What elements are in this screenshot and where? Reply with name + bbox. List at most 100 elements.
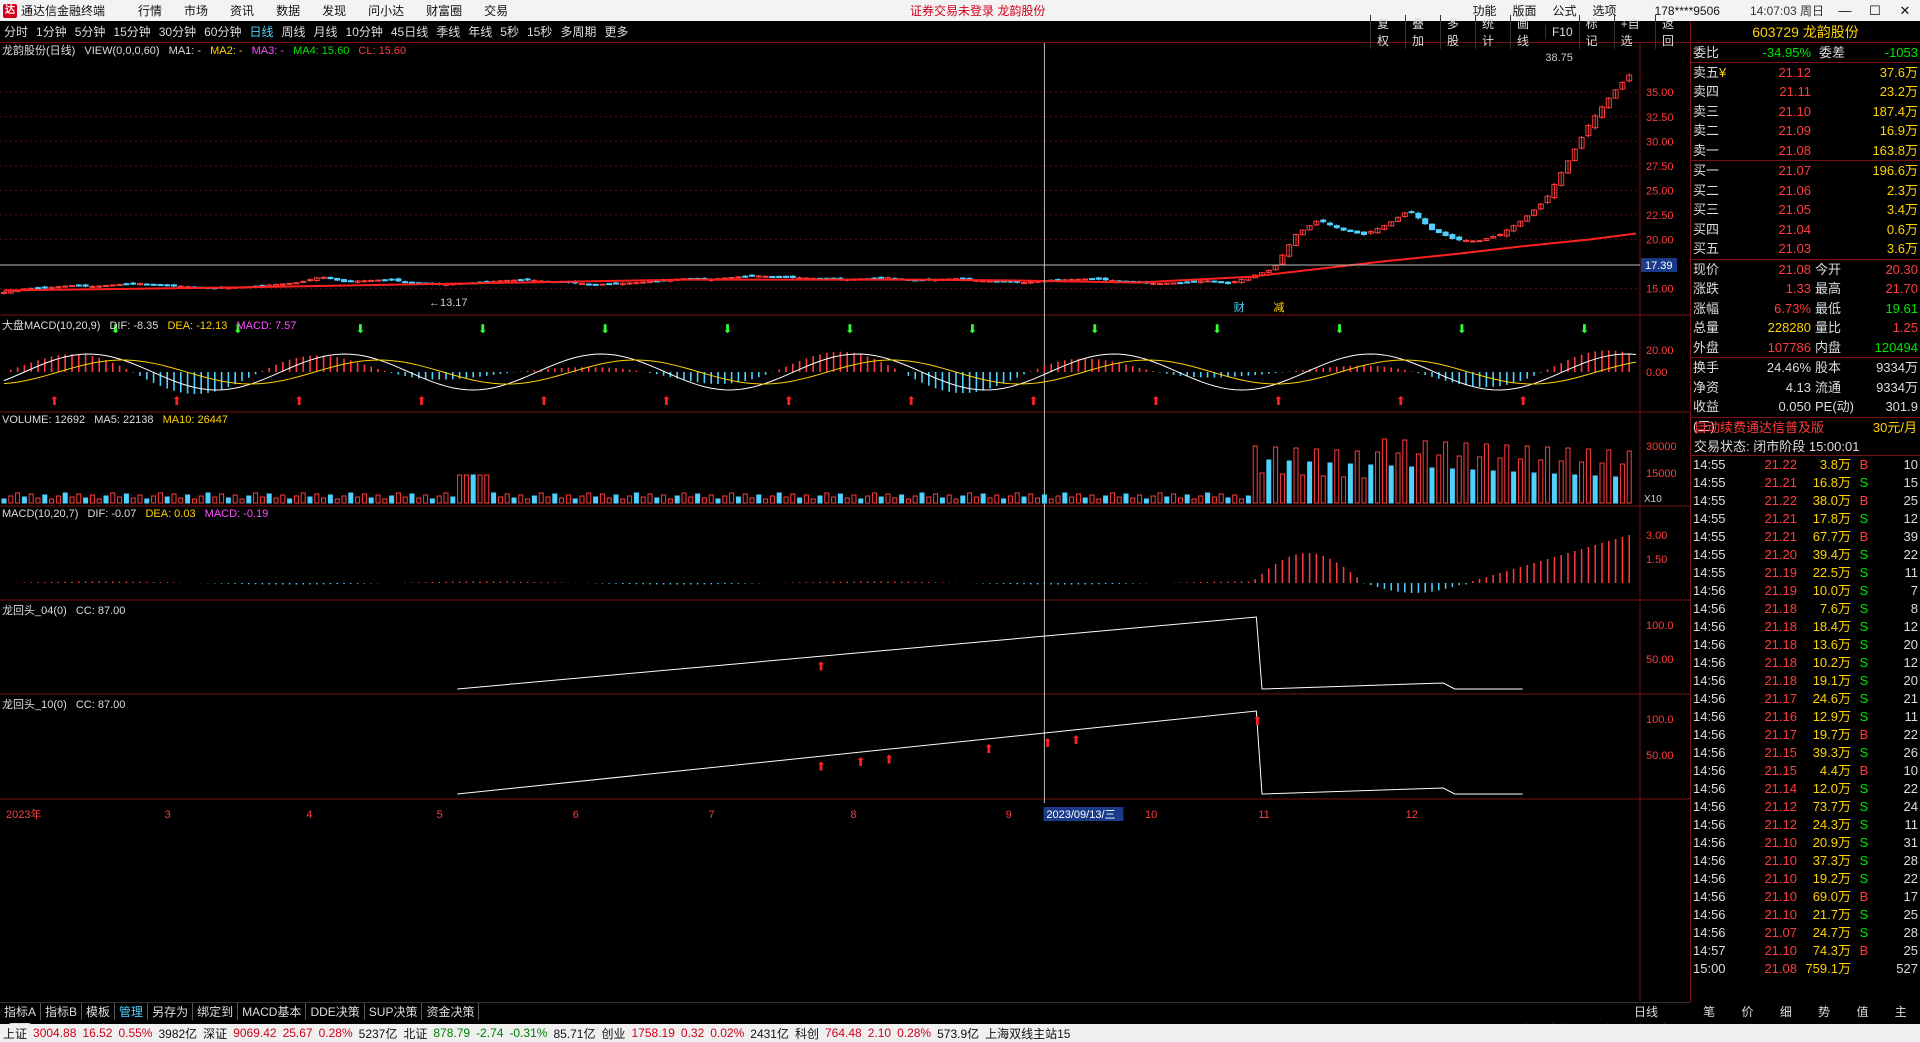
stat-label-2: 今开 (1815, 261, 1842, 277)
candle-body (293, 282, 300, 285)
menu-jiaoyi[interactable]: 交易 (473, 2, 519, 19)
bid-row[interactable]: 买三 21.05 3.4万 (1691, 200, 1920, 220)
period-tab[interactable]: 季线 (432, 23, 464, 40)
candle-body (1429, 223, 1435, 231)
bid-volume: 2.3万 (1886, 182, 1918, 198)
quote-tab[interactable]: 细 (1780, 1003, 1792, 1020)
indicator-tab[interactable]: 管理 (115, 1003, 149, 1020)
volume-bar (715, 498, 721, 504)
tick-count: 527 (1896, 960, 1918, 976)
buy-arrow-icon: ⬆ (884, 752, 894, 766)
tick-volume: 7.6万 (1819, 600, 1851, 616)
period-tab[interactable]: 10分钟 (342, 23, 387, 40)
tick-time: 14:56 (1693, 744, 1726, 760)
period-tab[interactable]: 月线 (310, 23, 342, 40)
auto-fee-row[interactable]: 自动续费通达信普及版 30元/月 (1691, 418, 1920, 437)
status-item: 9069.42 (233, 1026, 277, 1040)
period-tab[interactable]: 多周期 (556, 23, 600, 40)
ask-label: 卖二 (1693, 121, 1735, 141)
volume-bar (1395, 452, 1401, 504)
indicator-tab[interactable]: 模板 (82, 1003, 116, 1020)
buy-arrow-icon: ⬆ (172, 394, 182, 408)
ask-row[interactable]: 卖四 21.11 23.2万 (1691, 82, 1920, 102)
quote-tab[interactable]: 笔 (1703, 1003, 1715, 1020)
buy-arrow-icon: ⬆ (417, 394, 427, 408)
indicator-tab[interactable]: SUP决策 (365, 1003, 423, 1020)
period-tab[interactable]: 更多 (600, 23, 632, 40)
trade-status-text[interactable]: 证券交易未登录 龙韵股份 (910, 2, 1045, 19)
ask-row[interactable]: 卖一 21.08 163.8万 (1691, 141, 1920, 161)
period-tab[interactable]: 5分钟 (71, 23, 110, 40)
tick-list[interactable]: 14:55 21.22 3.8万 B 10 14:55 21.21 16.8万 S 15 14:55… (1691, 456, 1920, 978)
menu-wenxiaoda[interactable]: 问小达 (357, 2, 415, 19)
period-tab[interactable]: 30分钟 (155, 23, 200, 40)
menu-shichang[interactable]: 市场 (173, 2, 219, 19)
event-mark-cai[interactable]: 财 (1234, 300, 1245, 314)
quote-tab[interactable]: 价 (1741, 1003, 1753, 1020)
stat-label: 涨幅 (1693, 300, 1720, 316)
indicator-tab[interactable]: DDE决策 (306, 1003, 365, 1020)
indicator-tab[interactable]: 资金决策 (422, 1003, 480, 1020)
minimize-icon[interactable]: — (1830, 3, 1860, 18)
indicator-tab[interactable]: 指标A (0, 1003, 42, 1020)
bid-row[interactable]: 买一 21.07 196.6万 (1691, 161, 1920, 181)
volume-bar (606, 497, 612, 504)
period-tab[interactable]: 年线 (464, 23, 496, 40)
menu-hangqing[interactable]: 行情 (127, 2, 173, 19)
menu-zixun[interactable]: 资讯 (219, 2, 265, 19)
indicator-tab[interactable]: 另存为 (148, 1003, 194, 1020)
period-tab[interactable]: 5秒 (496, 23, 523, 40)
chart-area[interactable]: 35.00 32.50 30.00 27.50 25.00 22.50 20.00 15.00… (0, 43, 1690, 1001)
ma3-label: MA3: - (251, 45, 284, 57)
indicator-tab[interactable]: 绑定到 (193, 1003, 239, 1020)
menu-faxian[interactable]: 发现 (311, 2, 357, 19)
indicator-tab[interactable]: MACD基本 (238, 1003, 307, 1020)
ask-row[interactable]: 卖五¥ 21.12 37.6万 (1691, 63, 1920, 83)
status-item[interactable]: 上海双线主站15 (982, 1025, 1073, 1042)
period-tab[interactable]: 1分钟 (32, 23, 71, 40)
candle-body (109, 284, 116, 287)
menu-caifuquan[interactable]: 财富圈 (415, 2, 473, 19)
indicator-tab[interactable]: 指标B (41, 1003, 83, 1020)
period-tab[interactable]: 日线 (245, 23, 277, 40)
period-tab[interactable]: 15秒 (523, 23, 556, 40)
kline-chart[interactable]: 35.0032.5030.0027.5025.0022.5020.0015.00… (0, 43, 1690, 1001)
period-tab[interactable]: 45日线 (387, 23, 432, 40)
volume-bar (1381, 438, 1387, 504)
bid-row[interactable]: 买五 21.03 3.6万 (1691, 239, 1920, 259)
period-tab[interactable]: 15分钟 (109, 23, 154, 40)
event-mark-jian[interactable]: 减 (1273, 301, 1284, 314)
tick-price: 21.19 (1764, 564, 1797, 580)
tick-volume: 39.4万 (1812, 546, 1851, 562)
period-indicator[interactable]: 日线 (1630, 1003, 1662, 1020)
ask-row[interactable]: 卖三 21.10 187.4万 (1691, 102, 1920, 122)
stat-value: 6.73% (1774, 300, 1811, 316)
quote-tab[interactable]: 值 (1856, 1003, 1868, 1020)
period-tab[interactable]: 周线 (277, 23, 309, 40)
bid-row[interactable]: 买四 21.04 0.6万 (1691, 220, 1920, 240)
stat-value-2: 120494 (1874, 339, 1918, 355)
tick-price: 21.18 (1764, 654, 1797, 670)
quote-tab[interactable]: 主 (1895, 1003, 1907, 1020)
menu-shuju[interactable]: 数据 (265, 2, 311, 19)
stat-value-2: 20.30 (1885, 261, 1918, 277)
tick-volume: 22.5万 (1812, 564, 1851, 580)
status-item: 25.67 (282, 1026, 313, 1040)
tick-volume: 18.4万 (1812, 618, 1851, 634)
tick-count: 21 (1903, 690, 1918, 706)
tick-row: 14:56 21.12 24.3万 S 11 (1691, 816, 1920, 834)
volume-bar (803, 494, 809, 504)
maximize-icon[interactable]: ☐ (1860, 3, 1890, 19)
close-icon[interactable]: ✕ (1890, 3, 1920, 19)
quote-tab[interactable]: 势 (1818, 1003, 1830, 1020)
period-tab[interactable]: 分时 (0, 23, 32, 40)
stock-code-name[interactable]: 603729 龙韵股份 (1691, 21, 1920, 43)
period-tab[interactable]: 60分钟 (200, 23, 245, 40)
volume-bar (933, 493, 939, 504)
toolbar-button[interactable]: F10 (1544, 25, 1579, 39)
stat-row: 涨幅 6.73% 最低 19.61 (1691, 299, 1920, 319)
tick-time: 15:00 (1693, 960, 1726, 976)
tick-price: 21.10 (1764, 870, 1797, 886)
bid-row[interactable]: 买二 21.06 2.3万 (1691, 181, 1920, 201)
ask-row[interactable]: 卖二 21.09 16.9万 (1691, 121, 1920, 141)
